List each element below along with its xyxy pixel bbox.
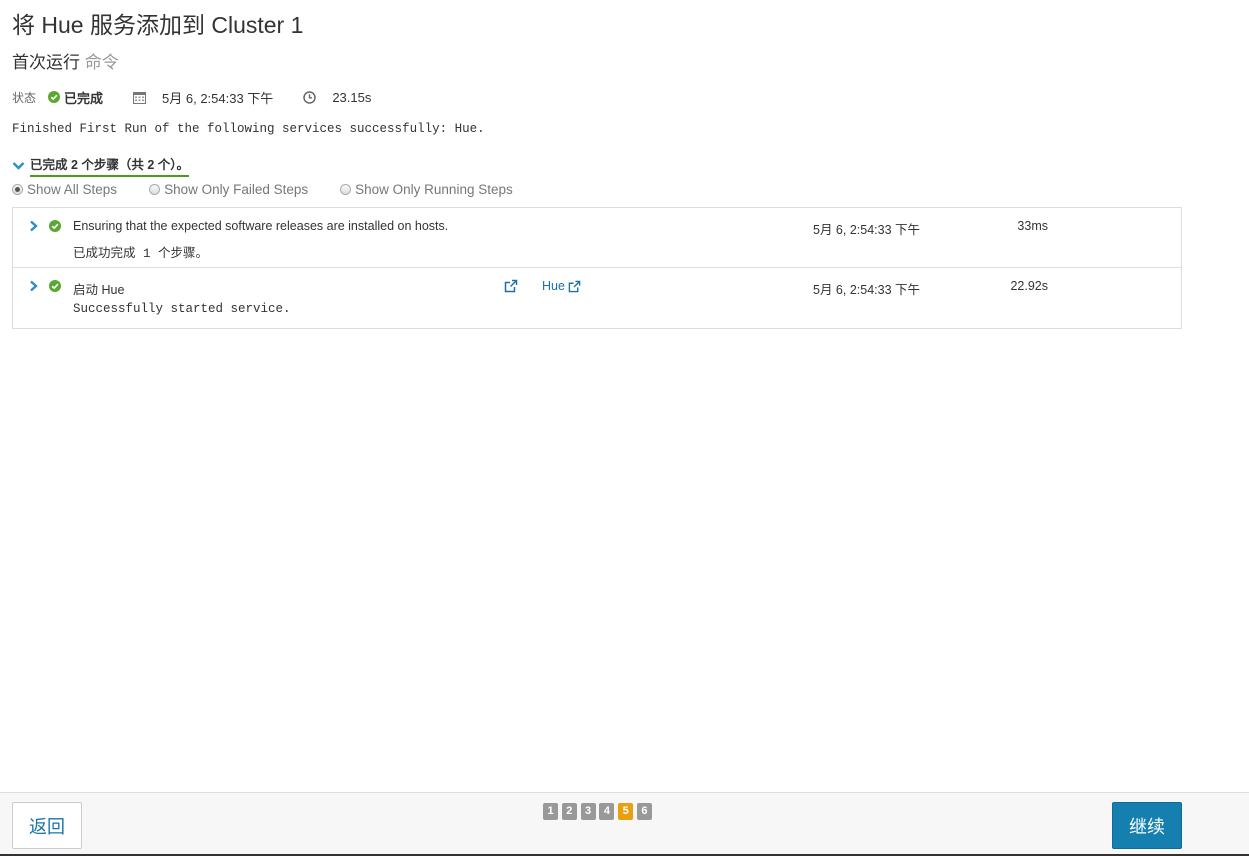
chevron-right-icon[interactable]: [28, 220, 39, 232]
status-row: 状态 已完成 5月 6, 2:54:33 下午 23.15s: [12, 88, 371, 106]
wizard-step-pager: 1 2 3 4 5 6: [543, 803, 656, 820]
check-circle-icon: [48, 91, 61, 103]
check-circle-icon: [49, 280, 61, 292]
service-link-label: Hue: [542, 279, 565, 293]
page-step-6[interactable]: 6: [636, 803, 652, 820]
command-name: 首次运行: [12, 53, 80, 72]
steps-summary-toggle[interactable]: 已完成 2 个步骤（共 2 个）。: [12, 154, 190, 177]
external-link-icon[interactable]: [504, 279, 518, 293]
continue-button[interactable]: 继续: [1112, 802, 1182, 849]
page-step-5-current[interactable]: 5: [618, 803, 634, 820]
page-title: 将 Hue 服务添加到 Cluster 1: [12, 12, 304, 38]
chevron-down-icon: [12, 162, 25, 170]
page-step-1[interactable]: 1: [543, 803, 558, 820]
command-subtitle: 首次运行 命令: [12, 48, 119, 73]
chevron-right-icon[interactable]: [28, 280, 39, 292]
step-detail: Successfully started service.: [73, 302, 291, 316]
result-message: Finished First Run of the following serv…: [12, 122, 485, 136]
start-time: 5月 6, 2:54:33 下午: [162, 90, 274, 106]
status-label: 状态: [12, 90, 37, 105]
step-row: 启动 Hue Hue Successfully started service.…: [13, 268, 1181, 328]
radio-button[interactable]: [12, 184, 23, 195]
calendar-icon: [133, 91, 147, 104]
command-label: 命令: [84, 53, 119, 72]
step-name: Ensuring that the expected software rele…: [73, 219, 449, 233]
filter-all-steps[interactable]: Show All Steps: [12, 182, 117, 197]
back-button[interactable]: 返回: [12, 802, 82, 849]
steps-summary-text: 已完成 2 个步骤（共 2 个）。: [30, 154, 190, 177]
filter-label: Show Only Running Steps: [355, 182, 513, 197]
filter-label: Show Only Failed Steps: [164, 182, 309, 197]
status-value: 已完成: [64, 90, 104, 106]
wizard-footer: 返回 1 2 3 4 5 6 继续: [0, 792, 1249, 856]
step-detail: 已成功完成 1 个步骤。: [73, 247, 209, 261]
filter-label: Show All Steps: [27, 182, 118, 197]
step-filter: Show All Steps Show Only Failed Steps Sh…: [12, 182, 513, 197]
step-time: 5月 6, 2:54:33 下午: [813, 223, 921, 237]
page-step-3[interactable]: 3: [580, 803, 596, 820]
filter-running-steps[interactable]: Show Only Running Steps: [340, 182, 513, 197]
external-link-icon: [568, 280, 581, 292]
step-duration: 33ms: [1017, 219, 1048, 233]
page-step-2[interactable]: 2: [561, 803, 577, 820]
radio-button[interactable]: [340, 184, 352, 195]
clock-icon: [303, 90, 317, 104]
steps-table: Ensuring that the expected software rele…: [12, 207, 1182, 329]
check-circle-icon: [49, 220, 61, 232]
radio-button[interactable]: [149, 184, 161, 195]
page-step-4[interactable]: 4: [599, 803, 615, 820]
step-duration: 22.92s: [1010, 279, 1048, 293]
filter-failed-steps[interactable]: Show Only Failed Steps: [149, 182, 308, 197]
step-row: Ensuring that the expected software rele…: [13, 208, 1181, 268]
step-name: 启动 Hue: [73, 283, 125, 297]
service-link[interactable]: Hue: [542, 279, 581, 293]
step-time: 5月 6, 2:54:33 下午: [813, 283, 921, 297]
total-duration: 23.15s: [332, 89, 372, 105]
